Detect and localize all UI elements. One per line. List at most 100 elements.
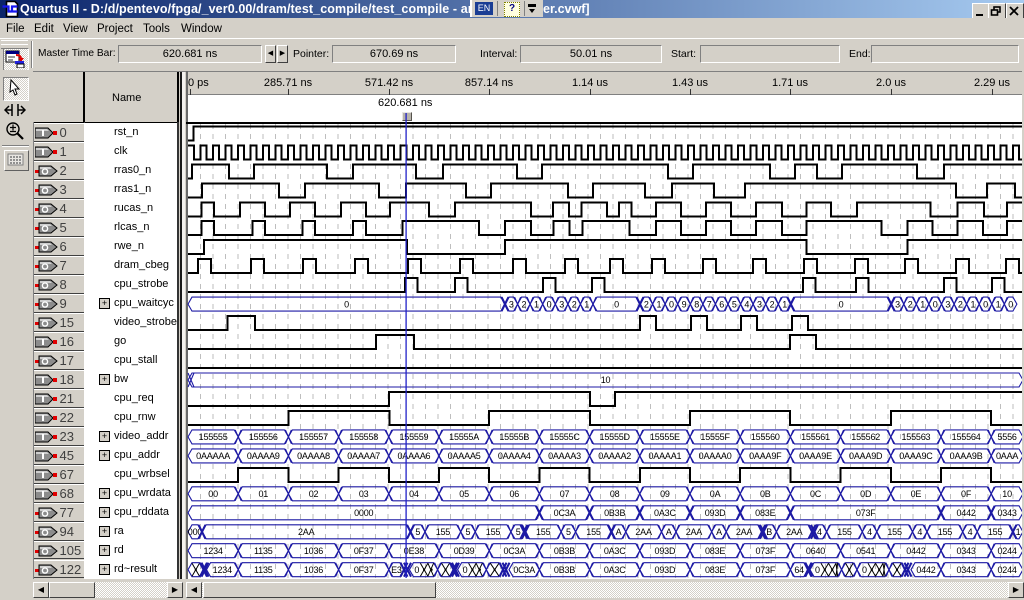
svg-text:0343: 0343 (956, 565, 975, 575)
svg-text:0AAAA2: 0AAAA2 (598, 451, 631, 461)
svg-text:093D: 093D (705, 508, 726, 518)
svg-text:06: 06 (509, 489, 519, 499)
svg-text:1: 1 (534, 299, 539, 309)
svg-text:03: 03 (359, 489, 369, 499)
svg-text:4: 4 (744, 299, 749, 309)
svg-text:2AA: 2AA (298, 527, 315, 537)
svg-text:155559: 155559 (399, 432, 428, 442)
svg-text:5: 5 (516, 527, 521, 537)
svg-text:0C: 0C (810, 489, 822, 499)
svg-text:7: 7 (707, 299, 712, 309)
svg-text:E3: E3 (391, 565, 402, 575)
svg-text:0AAAA1: 0AAAA1 (648, 451, 681, 461)
svg-text:8: 8 (694, 299, 699, 309)
svg-text:04: 04 (409, 489, 419, 499)
svg-text:1: 1 (1016, 527, 1021, 537)
svg-text:64: 64 (794, 565, 804, 575)
svg-text:0AAAA8: 0AAAA8 (297, 451, 330, 461)
svg-text:0AAAA4: 0AAAA4 (498, 451, 531, 461)
svg-text:0: 0 (614, 299, 619, 309)
svg-text:155564: 155564 (952, 432, 981, 442)
svg-text:0343: 0343 (956, 546, 975, 556)
svg-text:0: 0 (862, 565, 867, 575)
svg-text:1135: 1135 (254, 565, 273, 575)
svg-text:155: 155 (887, 527, 902, 537)
svg-text:093D: 093D (655, 546, 676, 556)
svg-text:0D39: 0D39 (454, 546, 475, 556)
svg-text:0A3C: 0A3C (654, 508, 676, 518)
svg-text:155: 155 (536, 527, 551, 537)
svg-text:073F: 073F (755, 546, 775, 556)
svg-text:1135: 1135 (254, 546, 273, 556)
svg-text:B: B (766, 527, 772, 537)
svg-text:1: 1 (920, 299, 925, 309)
svg-text:1234: 1234 (203, 546, 222, 556)
svg-text:2: 2 (770, 299, 775, 309)
svg-text:0A3C: 0A3C (604, 565, 626, 575)
svg-text:0E38: 0E38 (404, 546, 424, 556)
svg-text:2AA: 2AA (736, 527, 753, 537)
svg-text:0F37: 0F37 (354, 565, 374, 575)
svg-text:155563: 155563 (901, 432, 930, 442)
svg-text:155557: 155557 (299, 432, 328, 442)
svg-text:0541: 0541 (856, 546, 875, 556)
svg-text:3: 3 (559, 299, 564, 309)
svg-text:08: 08 (610, 489, 620, 499)
svg-text:0: 0 (414, 565, 419, 575)
svg-text:083E: 083E (705, 565, 725, 575)
svg-text:9: 9 (682, 299, 687, 309)
svg-text:3: 3 (509, 299, 514, 309)
svg-text:0B3B: 0B3B (554, 565, 575, 575)
svg-text:0C3A: 0C3A (513, 565, 535, 575)
svg-text:0E: 0E (911, 489, 922, 499)
svg-text:0AAAA6: 0AAAA6 (397, 451, 430, 461)
svg-text:0: 0 (547, 299, 552, 309)
svg-text:2: 2 (644, 299, 649, 309)
svg-text:0244: 0244 (997, 546, 1016, 556)
svg-text:2AA: 2AA (686, 527, 703, 537)
svg-text:15555B: 15555B (499, 432, 529, 442)
svg-text:0A3C: 0A3C (604, 546, 626, 556)
svg-text:6: 6 (719, 299, 724, 309)
svg-text:4: 4 (817, 527, 822, 537)
svg-text:2: 2 (572, 299, 577, 309)
svg-text:155556: 155556 (249, 432, 278, 442)
svg-text:02: 02 (309, 489, 319, 499)
svg-text:155561: 155561 (801, 432, 830, 442)
svg-text:1: 1 (996, 299, 1001, 309)
svg-text:0: 0 (839, 299, 844, 309)
svg-text:5: 5 (415, 527, 420, 537)
svg-text:0442: 0442 (916, 565, 935, 575)
svg-text:0: 0 (933, 299, 938, 309)
svg-text:0B: 0B (760, 489, 771, 499)
svg-text:00: 00 (208, 489, 218, 499)
svg-text:0C3A: 0C3A (554, 508, 576, 518)
svg-text:0343: 0343 (997, 508, 1016, 518)
svg-text:0442: 0442 (956, 508, 975, 518)
svg-text:01: 01 (258, 489, 268, 499)
svg-text:2: 2 (521, 299, 526, 309)
svg-text:0B3B: 0B3B (554, 546, 575, 556)
svg-text:0: 0 (344, 299, 349, 309)
svg-text:5: 5 (465, 527, 470, 537)
svg-text:A: A (616, 527, 622, 537)
svg-text:0AAAA7: 0AAAA7 (347, 451, 380, 461)
svg-text:15555C: 15555C (549, 432, 580, 442)
svg-text:083E: 083E (705, 546, 725, 556)
svg-text:0AAAA5: 0AAAA5 (448, 451, 481, 461)
svg-text:0AAAA0: 0AAAA0 (699, 451, 732, 461)
svg-text:155: 155 (988, 527, 1003, 537)
svg-text:0AAAAA: 0AAAAA (196, 451, 230, 461)
svg-text:3: 3 (945, 299, 950, 309)
svg-text:07: 07 (560, 489, 570, 499)
svg-text:1: 1 (584, 299, 589, 309)
svg-text:073F: 073F (755, 565, 775, 575)
svg-text:0F: 0F (961, 489, 972, 499)
svg-text:15555D: 15555D (600, 432, 631, 442)
svg-text:0: 0 (669, 299, 674, 309)
svg-text:073F: 073F (856, 508, 876, 518)
svg-text:0A: 0A (710, 489, 721, 499)
svg-text:0AAA9D: 0AAA9D (849, 451, 883, 461)
svg-text:155: 155 (586, 527, 601, 537)
svg-text:1036: 1036 (304, 546, 323, 556)
